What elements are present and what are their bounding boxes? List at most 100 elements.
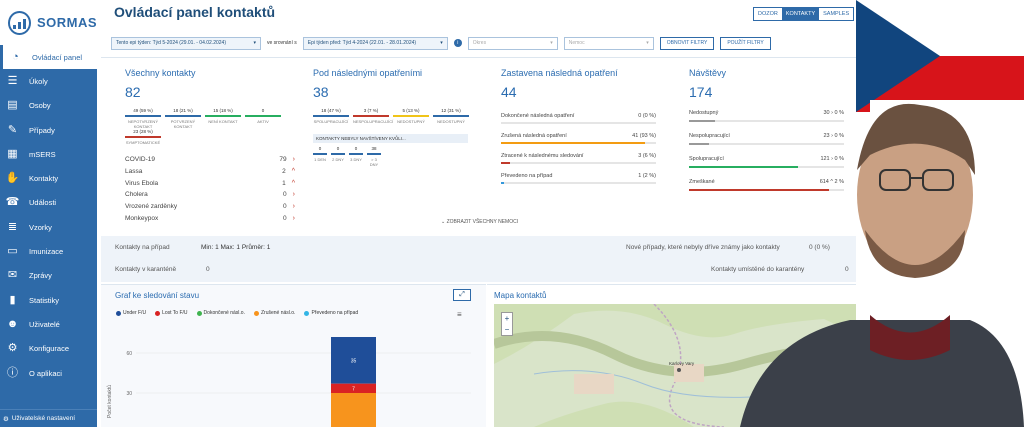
- stopped-row: Dokončené následná opatření 0 (0 %): [501, 108, 656, 128]
- envelope-icon: ✉: [7, 269, 18, 282]
- disease-row[interactable]: Monkeypox 0 ›: [125, 212, 295, 224]
- followup-title: Pod následnými opatřeními: [313, 68, 423, 78]
- tab-kontakty[interactable]: KONTAKTY: [781, 8, 820, 20]
- legend-item[interactable]: Zrušené násl.o.: [253, 310, 295, 316]
- legend-item[interactable]: Under F/U: [116, 310, 146, 316]
- chart-title: Graf ke sledování stavu: [115, 291, 200, 300]
- stat-bar-line: [367, 153, 381, 155]
- stat-bar-line: [205, 115, 241, 117]
- stat-bar-line: [125, 136, 161, 138]
- visits-title: Návštěvy: [689, 68, 727, 78]
- sidebar-item-11[interactable]: ☻ Uživatelé: [0, 312, 97, 336]
- stopped-label: Zrušená následná opatření: [501, 132, 567, 139]
- sidebar-item-label: Vzorky: [29, 222, 52, 232]
- show-all-diseases-label: ZOBRAZIT VŠECHNY NEMOCI: [446, 219, 519, 225]
- sidebar-item-4[interactable]: ▦ mSERS: [0, 142, 97, 166]
- show-all-diseases-link[interactable]: ⌄ ZOBRAZIT VŠECHNY NEMOCI: [441, 219, 518, 225]
- sidebar-item-0[interactable]: ◔ Ovládací panel: [0, 45, 97, 70]
- chevron-down-icon: ▾: [253, 40, 256, 46]
- presenter-photo: [740, 100, 1024, 427]
- stopped-label: Dokončené následná opatření: [501, 112, 575, 119]
- stat-bar-line: [313, 115, 349, 117]
- sidebar-item-10[interactable]: ▮ Statistiky: [0, 288, 97, 312]
- reset-filters-button[interactable]: OBNOVIT FILTRY: [659, 36, 715, 50]
- legend-item[interactable]: Dokončené násl.o.: [196, 310, 245, 316]
- sidebar-item-12[interactable]: ⚙ Konfigurace: [0, 337, 97, 361]
- sormas-logo-icon: [8, 10, 31, 35]
- progress-bar: [501, 161, 656, 164]
- y-tick-label: 60: [126, 351, 132, 357]
- stat-bar-line: [125, 115, 161, 117]
- chevron-down-icon: ▾: [550, 40, 553, 46]
- followup-card: Pod následnými opatřeními 38 18 (47 %) SP…: [313, 68, 493, 167]
- tasks-icon: ☰: [7, 74, 18, 87]
- bar-data-label: 7: [352, 386, 355, 392]
- gear-icon: ⚙: [3, 415, 9, 423]
- trend-icon: ›: [292, 203, 295, 211]
- visits-card: Návštěvy 174: [689, 68, 849, 100]
- sidebar-item-1[interactable]: ☰ Úkoly: [0, 69, 97, 93]
- sidebar-item-3[interactable]: ✎ Případy: [0, 118, 97, 142]
- apply-filters-button[interactable]: POUŽÍT FILTRY: [720, 36, 771, 50]
- all-contacts-title: Všechny kontakty: [125, 68, 196, 78]
- menu-icon[interactable]: ≡: [457, 310, 462, 319]
- zoom-out-button[interactable]: −: [502, 324, 512, 335]
- stopped-row: Zrušená následná opatření 41 (93 %): [501, 128, 656, 148]
- disease-list: COVID-19 79 › Lassa 2 ^ Virus Ebola 1 ^ Cholera 0 ›…: [125, 154, 295, 224]
- stat-bar: 12 (31 %) NEDOSTUPNÝ: [433, 108, 469, 124]
- stat-bar-line: [353, 115, 389, 117]
- disease-name: COVID-19: [125, 156, 155, 164]
- tab-dozor[interactable]: DOZOR: [754, 8, 782, 20]
- sidebar-item-label: Zprávy: [29, 271, 52, 281]
- stat-bar: 38 > 3 DNY: [367, 146, 381, 167]
- legend-swatch: [196, 310, 202, 316]
- legend-item[interactable]: Převedeno na případ: [304, 310, 358, 316]
- info-icon[interactable]: i: [453, 39, 462, 47]
- per-case-stats: Min: 1 Max: 1 Průměr: 1: [201, 244, 271, 251]
- user-settings-link[interactable]: ⚙ Uživatelské nastavení: [0, 409, 97, 427]
- stat-bar-caption: NEDOSTUPNÝ: [397, 119, 425, 124]
- phone-icon: ☎: [5, 196, 20, 209]
- progress-bar: [501, 141, 656, 144]
- disease-row[interactable]: COVID-19 79 ›: [125, 154, 295, 166]
- visit-label: Spolupracující: [689, 155, 724, 162]
- sidebar-item-label: Statistiky: [29, 295, 60, 305]
- sidebar-item-9[interactable]: ✉ Zprávy: [0, 264, 97, 288]
- week-select[interactable]: Tento epi týden: Týd 5-2024 (29.01. - 04…: [111, 36, 261, 50]
- disease-row[interactable]: Lassa 2 ^: [125, 166, 295, 178]
- bar-continued[interactable]: [331, 393, 376, 427]
- app-logo[interactable]: SORMAS: [0, 0, 97, 45]
- stat-bar-value: 5 (13 %): [402, 108, 420, 113]
- stat-bar-caption: NEDOSTUPNÝ: [437, 119, 465, 124]
- sidebar-item-2[interactable]: ▤ Osoby: [0, 94, 97, 118]
- stat-bar-value: 49 (59 %): [133, 108, 153, 113]
- tab-samples[interactable]: SAMPLES: [819, 8, 854, 20]
- disease-select[interactable]: Nemoc ▾: [563, 36, 654, 50]
- zoom-in-button[interactable]: +: [502, 313, 512, 324]
- region-select[interactable]: Okres ▾: [467, 36, 558, 50]
- stat-bar: 0 1 DEN: [313, 146, 327, 167]
- bar-data-label: 35: [351, 358, 357, 364]
- disease-row[interactable]: Cholera 0 ›: [125, 189, 295, 201]
- page-title: Ovládací panel kontaktů: [114, 4, 276, 20]
- sidebar-item-5[interactable]: ✋ Kontakty: [0, 166, 97, 190]
- stat-bar-line: [165, 115, 201, 117]
- sidebar-item-label: Imunizace: [29, 247, 64, 257]
- sidebar-item-6[interactable]: ☎ Události: [0, 191, 97, 215]
- chevron-down-icon: ⌄: [441, 219, 446, 225]
- disease-name: Virus Ebola: [125, 179, 159, 187]
- stat-bar-value: 18 (21 %): [173, 108, 193, 113]
- compare-week-select[interactable]: Epi týden před: Týd 4-2024 (22.01. - 28.…: [302, 36, 448, 50]
- sidebar-item-7[interactable]: ≣ Vzorky: [0, 215, 97, 239]
- stat-bar-line: [313, 153, 327, 155]
- disease-row[interactable]: Vrozené zarděnky 0 ›: [125, 201, 295, 213]
- expand-icon[interactable]: ⤢: [453, 289, 471, 301]
- sidebar-item-label: Kontakty: [29, 174, 59, 184]
- disease-row[interactable]: Virus Ebola 1 ^: [125, 177, 295, 189]
- stopped-value: 3 (6 %): [638, 152, 656, 159]
- sidebar-item-13[interactable]: ⓘ O aplikaci: [0, 361, 97, 385]
- stat-bar-caption: NEPOTVRZENÝ KONTAKT: [127, 119, 158, 129]
- legend-item[interactable]: Lost To F/U: [155, 310, 188, 316]
- followup-total: 38: [313, 84, 329, 100]
- sidebar-item-8[interactable]: ▭ Imunizace: [0, 239, 97, 263]
